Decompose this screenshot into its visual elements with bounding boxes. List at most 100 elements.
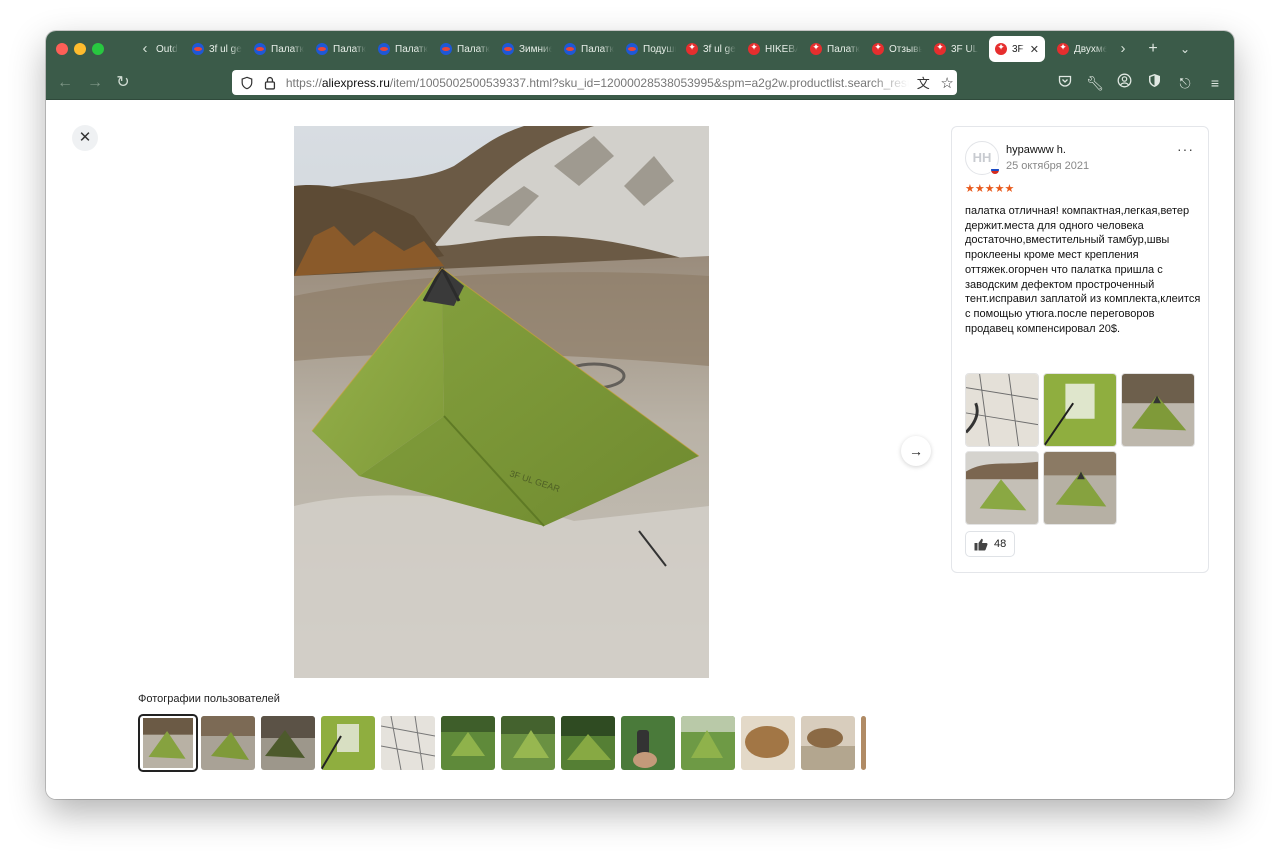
thumbnail[interactable] [441, 716, 495, 770]
thumbnail[interactable] [561, 716, 615, 770]
review-date: 25 октября 2021 [1006, 160, 1090, 172]
thumbnail[interactable] [261, 716, 315, 770]
tab-8[interactable]: Подушка [620, 36, 676, 62]
tab-label: Подушка [643, 43, 676, 55]
lock-icon[interactable] [264, 76, 276, 90]
window-close-button[interactable] [56, 43, 68, 55]
tab-label: HIKEBASE [765, 43, 798, 55]
site-favicon-icon [626, 43, 638, 55]
rating-stars: ★★★★★ [965, 183, 1015, 195]
window-maximize-button[interactable] [92, 43, 104, 55]
aliexpress-favicon-icon [686, 42, 698, 55]
tab-label: Двухместная [1074, 43, 1107, 55]
reload-icon[interactable]: ↻ [110, 71, 136, 95]
tab-4[interactable]: Палатка [372, 36, 428, 62]
tab-label: Палатка [581, 43, 614, 55]
site-favicon-icon [254, 43, 266, 55]
aliexpress-favicon-icon [748, 42, 760, 55]
tab-10[interactable]: HIKEBASE [742, 36, 798, 62]
site-favicon-icon [316, 43, 328, 55]
tab-3[interactable]: Палатка [310, 36, 366, 62]
window-minimize-button[interactable] [74, 43, 86, 55]
shield-icon[interactable] [1142, 71, 1166, 95]
forward-icon[interactable]: → [82, 71, 108, 95]
browser-window: ‹ Outdoor 3f ul gear Палатка Палатка Пал… [46, 31, 1234, 799]
tab-strip: ‹ Outdoor 3f ul gear Палатка Палатка Пал… [46, 31, 1234, 67]
tab-label: Зимние [519, 43, 552, 55]
tab-label: Отзывы [889, 43, 922, 55]
tab-label: Палатка [827, 43, 860, 55]
tab-1[interactable]: 3f ul gear [186, 36, 242, 62]
translate-icon[interactable]: 文 [913, 73, 933, 92]
bookmark-star-icon[interactable]: ☆ [937, 74, 957, 92]
reviewer-name: hypawww h. [1006, 144, 1066, 156]
site-favicon-icon [192, 43, 204, 55]
site-favicon-icon [502, 43, 514, 55]
tabs-scroll-right-icon[interactable]: › [1114, 37, 1132, 61]
tab-label: 3f ul gear [703, 43, 736, 55]
review-photo[interactable] [1043, 373, 1117, 447]
tab-6[interactable]: Зимние [496, 36, 552, 62]
extensions-icon[interactable]: ⎋ [1173, 71, 1197, 95]
site-favicon-icon [378, 43, 390, 55]
thumbnail[interactable] [741, 716, 795, 770]
user-photos-strip [138, 714, 866, 772]
new-tab-icon[interactable]: + [1142, 37, 1164, 61]
tab-9[interactable]: 3f ul gear [680, 36, 736, 62]
site-favicon-icon [564, 43, 576, 55]
aliexpress-favicon-icon [995, 42, 1007, 55]
review-photo[interactable] [1121, 373, 1195, 447]
close-viewer-button[interactable]: ✕ [72, 125, 98, 151]
thumbnail[interactable] [681, 716, 735, 770]
url-text[interactable]: https://aliexpress.ru/item/1005002500539… [286, 76, 909, 90]
like-button[interactable]: 48 [965, 531, 1016, 557]
thumbnail[interactable] [801, 716, 855, 770]
pocket-icon[interactable] [1053, 71, 1077, 95]
thumbs-up-icon [974, 538, 988, 550]
main-review-photo[interactable]: 3F UL GEAR [294, 126, 709, 678]
thumbnail[interactable] [621, 716, 675, 770]
tab-13[interactable]: 3F UL [928, 36, 984, 62]
tab-14-active[interactable]: 3F UL GEAR ✕ [989, 36, 1045, 62]
thumbnail[interactable] [201, 716, 255, 770]
tab-label: Палатка [457, 43, 490, 55]
tab-label: Палатка [333, 43, 366, 55]
next-photo-button[interactable]: → [901, 436, 931, 466]
tent-photo-image: 3F UL GEAR [294, 126, 709, 678]
menu-icon[interactable]: ≡ [1203, 71, 1227, 95]
tab-2[interactable]: Палатка [248, 36, 304, 62]
review-photo[interactable] [965, 451, 1039, 525]
aliexpress-favicon-icon [934, 42, 946, 55]
tab-label: Outdoor [156, 43, 178, 55]
more-options-icon[interactable]: ··· [1177, 141, 1194, 157]
review-photo[interactable] [1043, 451, 1117, 525]
wrench-icon[interactable]: 🔧︎ [1083, 71, 1107, 95]
back-icon[interactable]: ← [52, 71, 78, 95]
review-photo[interactable] [965, 373, 1039, 447]
thumbnail[interactable] [501, 716, 555, 770]
url-path: /item/1005002500539337.html?sku_id=12000… [389, 75, 910, 90]
tab-11[interactable]: Палатка [804, 36, 860, 62]
navigation-bar: ← → ↻ https://aliexpress.ru/item/1005002… [46, 67, 1234, 100]
thumbnail-partial[interactable] [861, 716, 866, 770]
tab-list-chevron-down-icon[interactable]: ⌄ [1174, 37, 1196, 61]
tab-label: 3F UL [951, 43, 979, 55]
tracking-protection-shield-icon[interactable] [240, 76, 254, 90]
aliexpress-favicon-icon [1057, 42, 1069, 55]
like-count: 48 [994, 538, 1007, 550]
review-text: палатка отличная! компактная,легкая,вете… [965, 205, 1201, 335]
tab-12[interactable]: Отзывы [866, 36, 922, 62]
account-icon[interactable] [1112, 71, 1136, 95]
thumbnail[interactable] [321, 716, 375, 770]
russia-flag-icon [990, 165, 1000, 175]
tab-close-icon[interactable]: ✕ [1030, 43, 1045, 56]
thumbnail-selected[interactable] [138, 714, 198, 772]
tab-15[interactable]: Двухместная [1051, 36, 1107, 62]
address-bar[interactable]: https://aliexpress.ru/item/1005002500539… [232, 70, 957, 95]
thumbnail[interactable] [381, 716, 435, 770]
tab-7[interactable]: Палатка [558, 36, 614, 62]
tab-5[interactable]: Палатка [434, 36, 490, 62]
review-card: HH hypawww h. 25 октября 2021 ··· ★★★★★ … [951, 126, 1209, 573]
aliexpress-favicon-icon [810, 42, 822, 55]
tab-0[interactable]: Outdoor [150, 36, 178, 62]
